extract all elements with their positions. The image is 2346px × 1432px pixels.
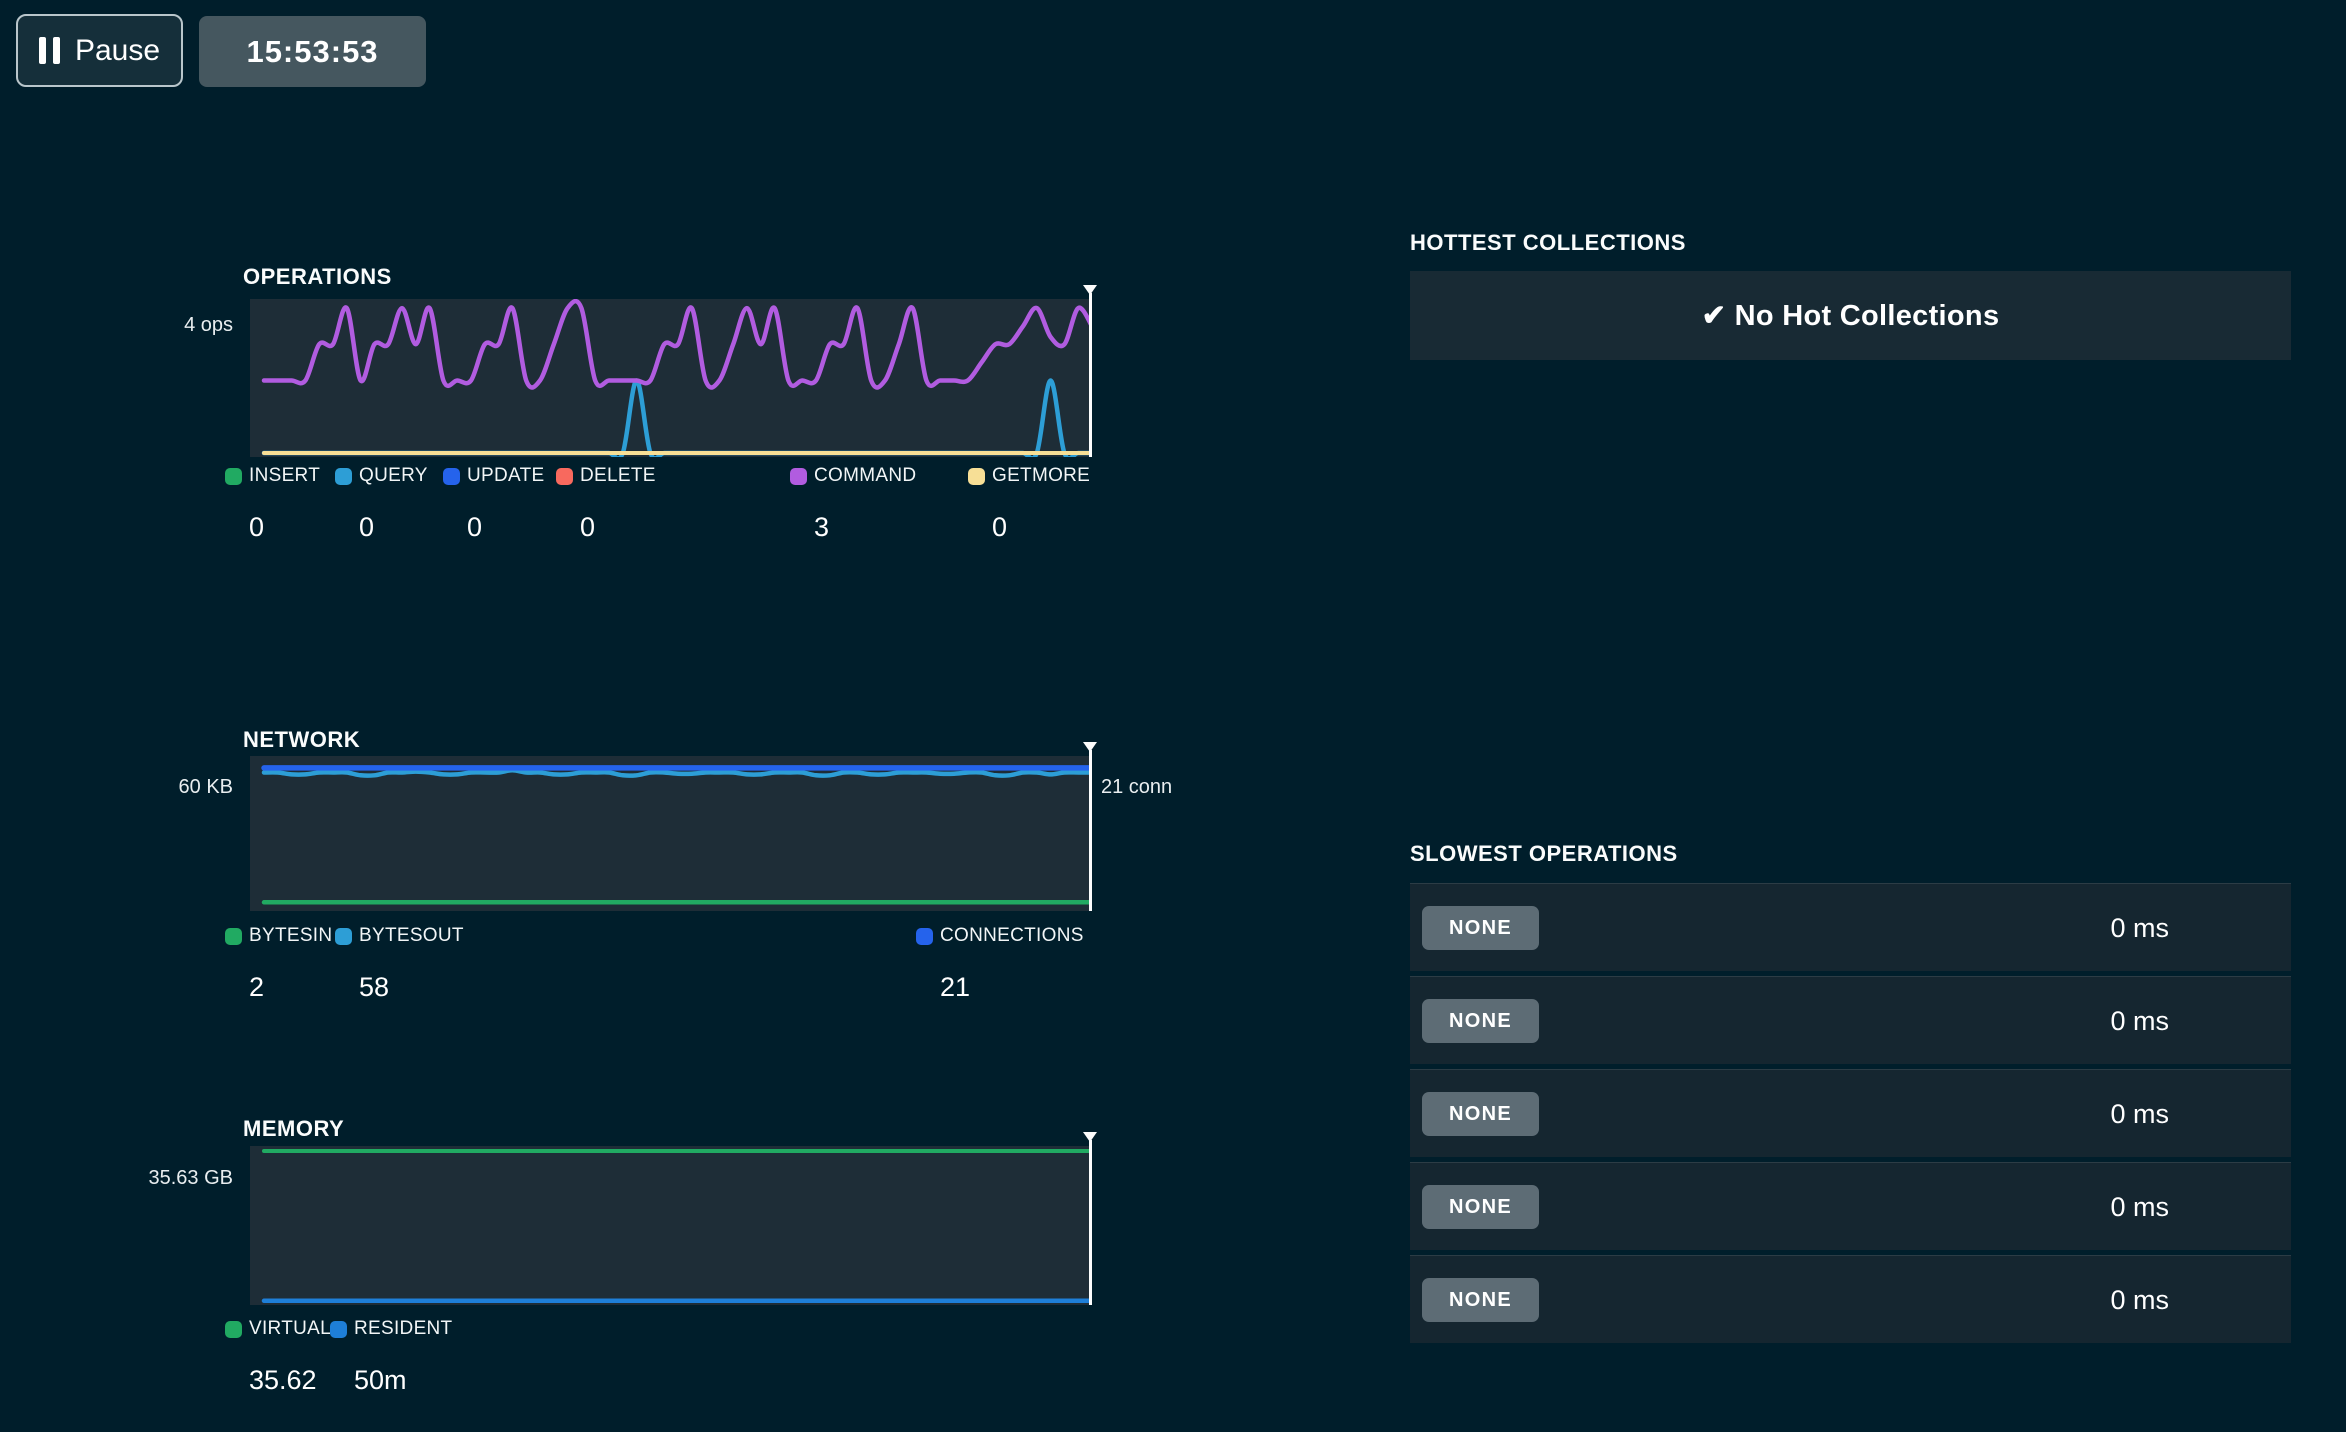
command-legend-swatch [790, 468, 807, 485]
memory-chart-title: MEMORY [243, 1116, 344, 1142]
legend-label: RESIDENT [354, 1318, 452, 1340]
legend-item-virtual: VIRTUAL 35.62 [225, 1318, 331, 1396]
query-series-line [264, 381, 1092, 458]
bytesout-legend-swatch [335, 928, 352, 945]
operations-y-axis-label: 4 ops [60, 314, 233, 337]
slowest-operation-row: NONE 0 ms [1410, 1255, 2291, 1343]
delete-current-value: 0 [580, 512, 656, 543]
time-cursor-caret [1083, 1132, 1097, 1142]
pause-button-label: Pause [75, 34, 160, 68]
slowest-operation-row: NONE 0 ms [1410, 976, 2291, 1064]
query-current-value: 0 [359, 512, 428, 543]
hottest-collections-panel: ✔ No Hot Collections [1410, 271, 2291, 360]
legend-label: INSERT [249, 465, 320, 487]
time-cursor-caret [1083, 285, 1097, 295]
slowest-operations-list: NONE 0 ms NONE 0 ms NONE 0 ms NONE 0 ms NONE 0 ms [1410, 883, 2291, 1348]
getmore-current-value: 0 [992, 512, 1090, 543]
legend-label: DELETE [580, 465, 656, 487]
delete-legend-swatch [556, 468, 573, 485]
performance-dashboard: { "toolbar": { "pause_label": "Pause", "… [0, 0, 2346, 1432]
legend-label: CONNECTIONS [940, 925, 1084, 947]
operations-plot [250, 299, 1092, 457]
operation-namespace-badge: NONE [1422, 906, 1539, 950]
command-current-value: 3 [814, 512, 916, 543]
resident-legend-swatch [330, 1321, 347, 1338]
operation-namespace-badge: NONE [1422, 999, 1539, 1043]
network-plot [250, 756, 1092, 911]
operation-namespace-badge: NONE [1422, 1092, 1539, 1136]
resident-current-value: 50m [354, 1365, 452, 1396]
memory-chart-svg [250, 1146, 1092, 1305]
time-cursor-line [1089, 750, 1092, 911]
command-series-line [264, 301, 1092, 387]
network-chart-title: NETWORK [243, 727, 360, 753]
connections-legend-swatch [916, 928, 933, 945]
slowest-operation-row: NONE 0 ms [1410, 1069, 2291, 1157]
virtual-legend-swatch [225, 1321, 242, 1338]
legend-label: VIRTUAL [249, 1318, 331, 1340]
clock-time: 15:53:53 [246, 34, 378, 70]
bytesin-current-value: 2 [249, 972, 332, 1003]
query-legend-swatch [335, 468, 352, 485]
no-hot-collections-message: ✔ No Hot Collections [1702, 298, 2000, 333]
update-legend-swatch [443, 468, 460, 485]
memory-y-axis-label: 35.63 GB [60, 1167, 233, 1190]
operation-namespace-badge: NONE [1422, 1185, 1539, 1229]
slowest-operation-row: NONE 0 ms [1410, 1162, 2291, 1250]
legend-item-bytesout: BYTESOUT 58 [335, 925, 464, 1003]
time-cursor-caret [1083, 742, 1097, 752]
pause-icon [39, 37, 60, 64]
slowest-operations-title: SLOWEST OPERATIONS [1410, 841, 1678, 867]
operation-duration: 0 ms [2110, 884, 2169, 972]
time-cursor-line [1089, 1140, 1092, 1305]
insert-legend-swatch [225, 468, 242, 485]
legend-item-delete: DELETE 0 [556, 465, 656, 543]
legend-label: BYTESIN [249, 925, 332, 947]
legend-item-connections: CONNECTIONS 21 [916, 925, 1084, 1003]
operation-duration: 0 ms [2110, 1256, 2169, 1344]
memory-plot [250, 1146, 1092, 1305]
operation-namespace-badge: NONE [1422, 1278, 1539, 1322]
hottest-collections-title: HOTTEST COLLECTIONS [1410, 230, 1686, 256]
legend-label: QUERY [359, 465, 428, 487]
update-current-value: 0 [467, 512, 544, 543]
legend-label: GETMORE [992, 465, 1090, 487]
legend-item-query: QUERY 0 [335, 465, 428, 543]
slowest-operation-row: NONE 0 ms [1410, 883, 2291, 971]
legend-label: UPDATE [467, 465, 544, 487]
legend-label: BYTESOUT [359, 925, 464, 947]
operation-duration: 0 ms [2110, 1070, 2169, 1158]
network-y-axis-label: 60 KB [60, 776, 233, 799]
legend-item-bytesin: BYTESIN 2 [225, 925, 332, 1003]
clock-display: 15:53:53 [199, 16, 426, 87]
legend-item-getmore: GETMORE 0 [968, 465, 1090, 543]
operation-duration: 0 ms [2110, 1163, 2169, 1251]
operations-chart-svg [250, 299, 1092, 457]
network-right-axis-label: 21 conn [1101, 776, 1172, 799]
legend-label: COMMAND [814, 465, 916, 487]
pause-button[interactable]: Pause [16, 14, 183, 87]
legend-item-resident: RESIDENT 50m [330, 1318, 452, 1396]
connections-current-value: 21 [940, 972, 1084, 1003]
operation-duration: 0 ms [2110, 977, 2169, 1065]
getmore-legend-swatch [968, 468, 985, 485]
legend-item-command: COMMAND 3 [790, 465, 916, 543]
insert-current-value: 0 [249, 512, 320, 543]
operations-chart-title: OPERATIONS [243, 264, 392, 290]
time-cursor-line [1089, 293, 1092, 457]
bytesout-current-value: 58 [359, 972, 464, 1003]
legend-item-update: UPDATE 0 [443, 465, 544, 543]
legend-item-insert: INSERT 0 [225, 465, 320, 543]
bytesin-legend-swatch [225, 928, 242, 945]
network-chart-svg [250, 756, 1092, 911]
bytesout-series-line [264, 770, 1092, 775]
virtual-current-value: 35.62 [249, 1365, 331, 1396]
